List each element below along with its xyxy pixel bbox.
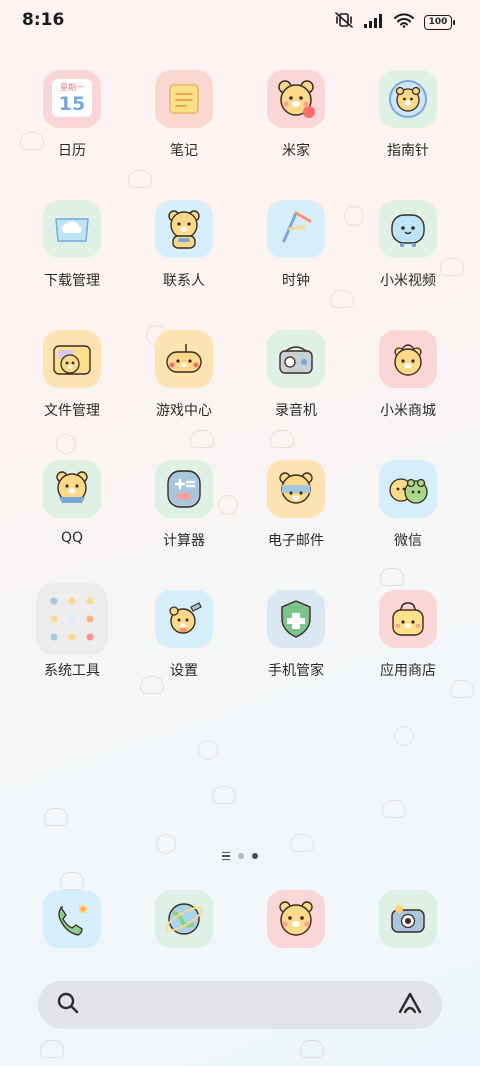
- recorder-icon: [267, 330, 325, 388]
- app-downloads[interactable]: 下载管理: [16, 200, 128, 330]
- notes-icon: [155, 70, 213, 128]
- qq-bear-icon: [43, 460, 101, 518]
- search-bar[interactable]: [38, 981, 442, 1029]
- app-label: 电子邮件: [268, 533, 324, 549]
- app-clock[interactable]: 时钟: [240, 200, 352, 330]
- status-time: 8:16: [22, 10, 65, 30]
- camera-icon: [379, 890, 437, 948]
- vibrate-off-icon: [334, 12, 354, 32]
- video-icon: [379, 200, 437, 258]
- calendar-icon: 星期一 15: [43, 70, 101, 128]
- app-label: 应用商店: [380, 663, 436, 679]
- app-label: 录音机: [275, 403, 317, 419]
- app-app-store[interactable]: 应用商店: [352, 590, 464, 720]
- app-label: 笔记: [170, 143, 198, 159]
- dock-phone[interactable]: [16, 890, 128, 948]
- page-indicator[interactable]: [0, 852, 480, 860]
- calendar-day: 15: [58, 93, 86, 115]
- app-calendar[interactable]: 星期一 15 日历: [16, 70, 128, 200]
- app-contacts[interactable]: 联系人: [128, 200, 240, 330]
- app-label: 系统工具: [44, 663, 100, 679]
- app-label: 下载管理: [44, 273, 100, 289]
- settings-bear-icon: [155, 590, 213, 648]
- contacts-bear-icon: [155, 200, 213, 258]
- status-icons: 100: [334, 12, 455, 32]
- app-label: 微信: [394, 533, 422, 549]
- app-recorder[interactable]: 录音机: [240, 330, 352, 460]
- app-label: 文件管理: [44, 403, 100, 419]
- app-label: 小米商城: [380, 403, 436, 419]
- calculator-icon: [155, 460, 213, 518]
- page-dot[interactable]: [238, 853, 244, 859]
- app-settings[interactable]: 设置: [128, 590, 240, 720]
- clock-icon: [267, 200, 325, 258]
- game-bear-icon: [155, 330, 213, 388]
- compass-icon: [379, 70, 437, 128]
- app-label: 日历: [58, 143, 86, 159]
- folder-bear-icon: [43, 330, 101, 388]
- messages-bear-icon: [267, 890, 325, 948]
- folder-system-tools-icon: [36, 583, 108, 655]
- app-label: 联系人: [163, 273, 205, 289]
- phone-icon: [43, 890, 101, 948]
- app-label: 时钟: [282, 273, 310, 289]
- app-drawer-indicator-icon[interactable]: [222, 852, 230, 860]
- dock-messages[interactable]: [240, 890, 352, 948]
- app-label: 游戏中心: [156, 403, 212, 419]
- app-email[interactable]: 电子邮件: [240, 460, 352, 590]
- app-mi-video[interactable]: 小米视频: [352, 200, 464, 330]
- ai-assistant-icon[interactable]: [396, 991, 424, 1019]
- mail-bear-icon: [267, 460, 325, 518]
- dock-browser[interactable]: [128, 890, 240, 948]
- app-label: 小米视频: [380, 273, 436, 289]
- page-dot-active[interactable]: [252, 853, 258, 859]
- app-security[interactable]: 手机管家: [240, 590, 352, 720]
- shop-bear-icon: [379, 330, 437, 388]
- dock-camera[interactable]: [352, 890, 464, 948]
- browser-globe-icon: [155, 890, 213, 948]
- app-label: 米家: [282, 143, 310, 159]
- app-grid: 星期一 15 日历 笔记 米家 指南针 下载管理 联系人 时钟 小米视频 文件管…: [16, 70, 464, 720]
- battery-icon: 100: [424, 14, 455, 30]
- app-store-bag-icon: [379, 590, 437, 648]
- app-notes[interactable]: 笔记: [128, 70, 240, 200]
- calendar-weekday: 星期一: [60, 83, 84, 92]
- app-compass[interactable]: 指南针: [352, 70, 464, 200]
- app-calculator[interactable]: 计算器: [128, 460, 240, 590]
- app-mijia[interactable]: 米家: [240, 70, 352, 200]
- app-label: QQ: [60, 530, 84, 546]
- signal-icon: [364, 13, 384, 32]
- app-label: 计算器: [163, 533, 205, 549]
- download-cloud-icon: [43, 200, 101, 258]
- wechat-frog-icon: [379, 460, 437, 518]
- app-label: 设置: [170, 663, 198, 679]
- app-label: 指南针: [387, 143, 429, 159]
- search-icon[interactable]: [56, 991, 80, 1019]
- app-qq[interactable]: QQ: [16, 460, 128, 590]
- app-folder-system-tools[interactable]: 系统工具: [16, 583, 128, 720]
- app-label: 手机管家: [268, 663, 324, 679]
- app-wechat[interactable]: 微信: [352, 460, 464, 590]
- app-game-center[interactable]: 游戏中心: [128, 330, 240, 460]
- security-shield-icon: [267, 590, 325, 648]
- status-bar: 8:16 100: [0, 0, 480, 44]
- dock: [16, 890, 464, 948]
- mijia-bear-icon: [267, 70, 325, 128]
- app-mi-store[interactable]: 小米商城: [352, 330, 464, 460]
- wifi-icon: [394, 12, 414, 32]
- app-file-manager[interactable]: 文件管理: [16, 330, 128, 460]
